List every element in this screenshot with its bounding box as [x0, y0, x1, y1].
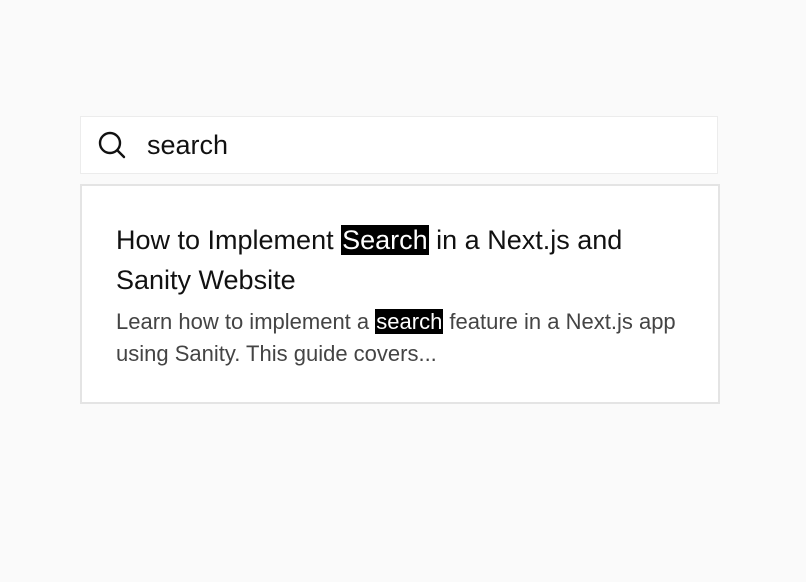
search-box[interactable] [80, 116, 718, 174]
result-title-highlight: Search [341, 225, 429, 255]
result-snippet: Learn how to implement a search feature … [116, 306, 684, 370]
result-title[interactable]: How to Implement Search in a Next.js and… [116, 220, 684, 300]
result-snippet-prefix: Learn how to implement a [116, 309, 376, 334]
search-icon [97, 130, 127, 160]
result-snippet-highlight: search [375, 309, 444, 334]
search-result-item[interactable]: How to Implement Search in a Next.js and… [82, 186, 718, 370]
search-results: How to Implement Search in a Next.js and… [80, 184, 720, 404]
search-input[interactable] [147, 125, 687, 165]
result-title-prefix: How to Implement [116, 225, 342, 255]
